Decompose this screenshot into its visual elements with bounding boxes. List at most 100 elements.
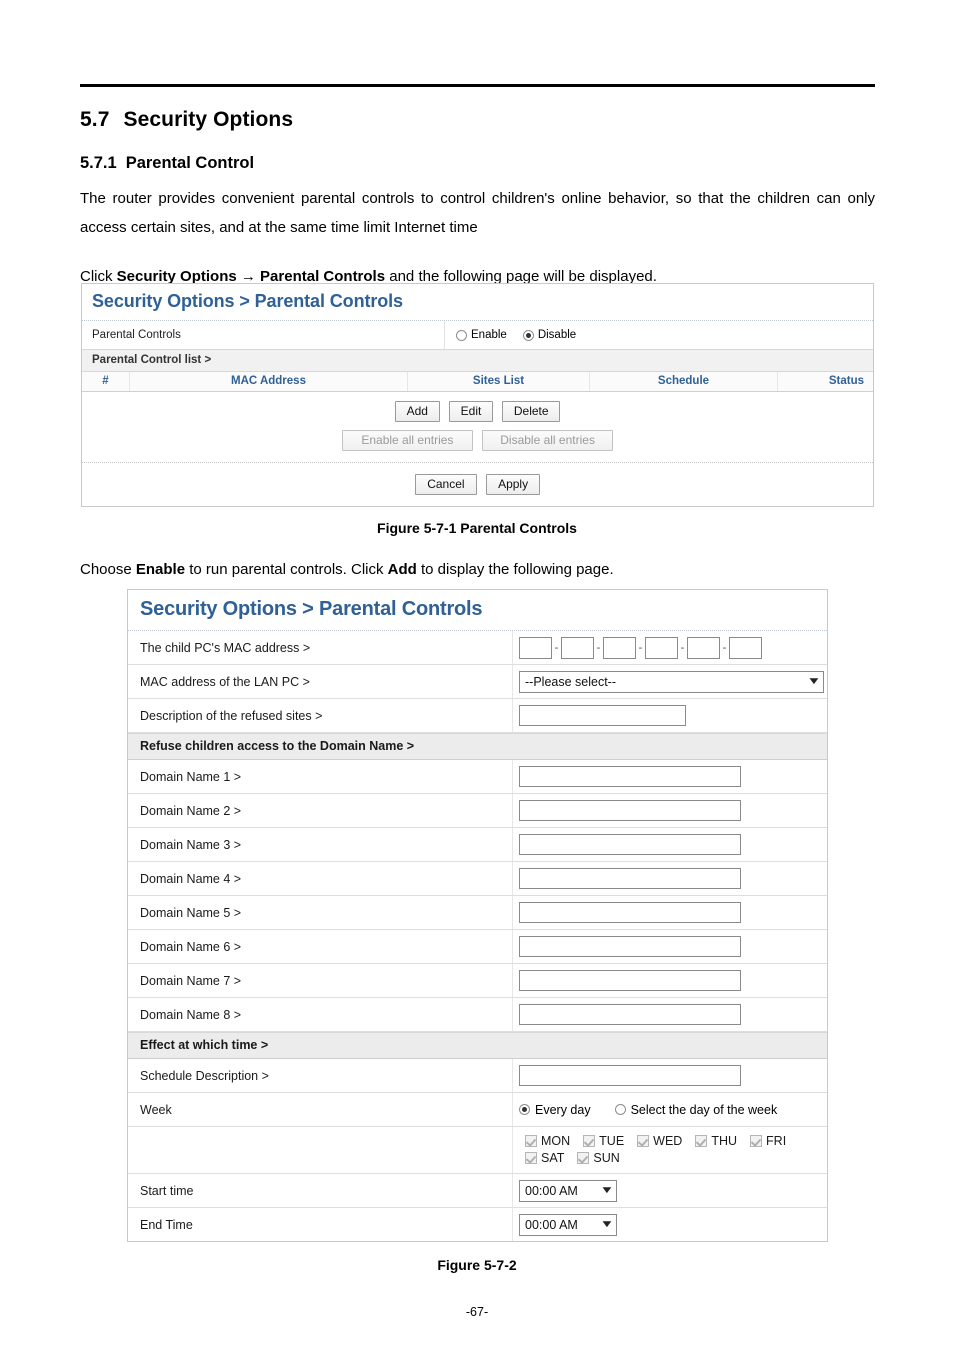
add-button[interactable]: Add bbox=[394, 401, 440, 422]
start-time-row: Start time 00:00 AM ▼ bbox=[128, 1174, 827, 1208]
edit-button[interactable]: Edit bbox=[449, 401, 493, 422]
weekday-empty-label bbox=[128, 1127, 513, 1173]
schedule-description-row: Schedule Description > bbox=[128, 1059, 827, 1093]
delete-button[interactable]: Delete bbox=[502, 401, 561, 422]
lan-pc-mac-row: MAC address of the LAN PC > --Please sel… bbox=[128, 665, 827, 699]
section-number: 5.7 bbox=[80, 108, 110, 131]
end-time-select[interactable]: 00:00 AM ▼ bbox=[519, 1213, 617, 1236]
schedule-description-label: Schedule Description > bbox=[128, 1059, 513, 1092]
week-row: Week Every day Select the day of the wee… bbox=[128, 1093, 827, 1127]
checkbox-tue-label: TUE bbox=[599, 1134, 625, 1148]
weekday-checkbox-row: MON TUE WED THU FRI SAT SUN bbox=[128, 1127, 827, 1174]
domain-name-4-label: Domain Name 4 > bbox=[128, 862, 513, 895]
domain-name-6-field bbox=[513, 930, 827, 963]
bulk-action-buttons: Enable all entries Disable all entries bbox=[82, 424, 873, 462]
domain-name-row: Domain Name 3 > bbox=[128, 828, 827, 862]
chevron-down-icon: ▼ bbox=[806, 675, 822, 687]
lan-pc-mac-label: MAC address of the LAN PC > bbox=[128, 665, 513, 698]
refused-sites-description-row: Description of the refused sites > bbox=[128, 699, 827, 733]
parental-controls-label: Parental Controls bbox=[82, 321, 445, 349]
domain-name-row: Domain Name 6 > bbox=[128, 930, 827, 964]
domain-name-6-input[interactable] bbox=[519, 936, 741, 957]
domain-name-row: Domain Name 8 > bbox=[128, 998, 827, 1032]
mac-separator-1: - bbox=[554, 641, 559, 654]
chevron-down-icon: ▼ bbox=[599, 1218, 615, 1230]
start-time-value: 00:00 AM bbox=[525, 1183, 578, 1198]
radio-every-day-label: Every day bbox=[535, 1102, 591, 1117]
end-time-label: End Time bbox=[128, 1208, 513, 1241]
check-icon bbox=[583, 1135, 596, 1147]
domain-name-2-field bbox=[513, 794, 827, 827]
document-page: 5.7 Security Options 5.7.1 Parental Contro… bbox=[0, 0, 954, 1350]
checkbox-fri-label: FRI bbox=[766, 1134, 787, 1148]
checkbox-sun[interactable]: SUN bbox=[577, 1151, 620, 1165]
domain-name-4-field bbox=[513, 862, 827, 895]
ui-breadcrumb-header: Security Options > Parental Controls bbox=[82, 284, 873, 321]
domain-name-5-input[interactable] bbox=[519, 902, 741, 923]
checkbox-wed[interactable]: WED bbox=[637, 1134, 682, 1148]
radio-every-day[interactable] bbox=[519, 1104, 530, 1115]
checkbox-wed-label: WED bbox=[653, 1134, 683, 1148]
column-header-index: # bbox=[82, 372, 130, 391]
domain-name-2-label: Domain Name 2 > bbox=[128, 794, 513, 827]
check-icon bbox=[525, 1152, 537, 1164]
start-time-select[interactable]: 00:00 AM ▼ bbox=[519, 1179, 617, 1202]
mac-octet-6-input[interactable] bbox=[729, 636, 762, 659]
domain-name-2-input[interactable] bbox=[519, 800, 741, 821]
enable-all-entries-button[interactable]: Enable all entries bbox=[341, 430, 473, 451]
start-time-label: Start time bbox=[128, 1174, 513, 1207]
checkbox-fri[interactable]: FRI bbox=[750, 1134, 786, 1148]
figure-1-caption: Figure 5-7-1 Parental Controls bbox=[377, 520, 577, 536]
domain-name-1-field bbox=[513, 760, 827, 793]
radio-select-day-of-week-label: Select the day of the week bbox=[630, 1102, 778, 1117]
header-rule bbox=[80, 84, 875, 87]
mac-octet-5-input[interactable] bbox=[687, 636, 720, 659]
apply-button[interactable]: Apply bbox=[486, 474, 541, 495]
domain-name-1-input[interactable] bbox=[519, 766, 741, 787]
weekday-checkbox-group: MON TUE WED THU FRI SAT SUN bbox=[513, 1127, 827, 1173]
breadcrumb: Security Options > Parental Controls bbox=[92, 291, 403, 311]
domain-name-5-field bbox=[513, 896, 827, 929]
child-mac-address-label: The child PC's MAC address > bbox=[128, 631, 513, 664]
lan-pc-select[interactable]: --Please select-- ▼ bbox=[519, 670, 824, 693]
domain-name-4-input[interactable] bbox=[519, 868, 741, 889]
ui-breadcrumb-header-2: Security Options > Parental Controls bbox=[128, 590, 827, 631]
cancel-button[interactable]: Cancel bbox=[414, 474, 477, 495]
section-title: Security Options bbox=[123, 108, 294, 131]
checkbox-sat[interactable]: SAT bbox=[525, 1151, 564, 1165]
radio-enable[interactable] bbox=[456, 329, 467, 341]
checkbox-mon[interactable]: MON bbox=[525, 1134, 570, 1148]
mac-octet-3-input[interactable] bbox=[603, 636, 636, 659]
domain-name-6-label: Domain Name 6 > bbox=[128, 930, 513, 963]
refused-sites-description-label: Description of the refused sites > bbox=[128, 699, 513, 732]
mac-separator-3: - bbox=[638, 641, 643, 654]
domain-name-7-label: Domain Name 7 > bbox=[128, 964, 513, 997]
choose-instruction: Choose Enable to run parental controls. … bbox=[80, 561, 875, 578]
entry-action-buttons: Add Edit Delete bbox=[82, 392, 873, 424]
radio-disable[interactable] bbox=[522, 329, 534, 341]
domain-name-section-header: Refuse children access to the Domain Nam… bbox=[128, 733, 827, 760]
mac-octet-1-input[interactable] bbox=[519, 636, 552, 659]
mac-octet-2-input[interactable] bbox=[561, 636, 594, 659]
radio-select-day-of-week[interactable] bbox=[614, 1104, 626, 1115]
domain-name-3-field bbox=[513, 828, 827, 861]
domain-name-8-input[interactable] bbox=[519, 1004, 741, 1025]
schedule-description-input[interactable] bbox=[519, 1065, 741, 1086]
checkbox-tue[interactable]: TUE bbox=[583, 1134, 624, 1148]
week-radio-group: Every day Select the day of the week bbox=[513, 1093, 827, 1126]
choose-bold-enable: Enable bbox=[135, 561, 186, 578]
mac-separator-2: - bbox=[596, 641, 601, 654]
figure-2-parental-controls-add-screenshot: Security Options > Parental Controls The… bbox=[127, 589, 828, 1242]
column-header-schedule: Schedule bbox=[590, 372, 778, 391]
intro-paragraph: The router provides convenient parental … bbox=[80, 190, 875, 236]
start-time-field: 00:00 AM ▼ bbox=[513, 1174, 827, 1207]
disable-all-entries-button[interactable]: Disable all entries bbox=[482, 430, 614, 451]
domain-name-3-input[interactable] bbox=[519, 834, 741, 855]
checkbox-thu[interactable]: THU bbox=[695, 1134, 737, 1148]
mac-octet-4-input[interactable] bbox=[645, 636, 678, 659]
end-time-field: 00:00 AM ▼ bbox=[513, 1208, 827, 1241]
refused-sites-description-input[interactable] bbox=[519, 705, 686, 726]
domain-name-7-input[interactable] bbox=[519, 970, 741, 991]
checkbox-thu-label: THU bbox=[711, 1134, 738, 1148]
domain-name-row: Domain Name 4 > bbox=[128, 862, 827, 896]
